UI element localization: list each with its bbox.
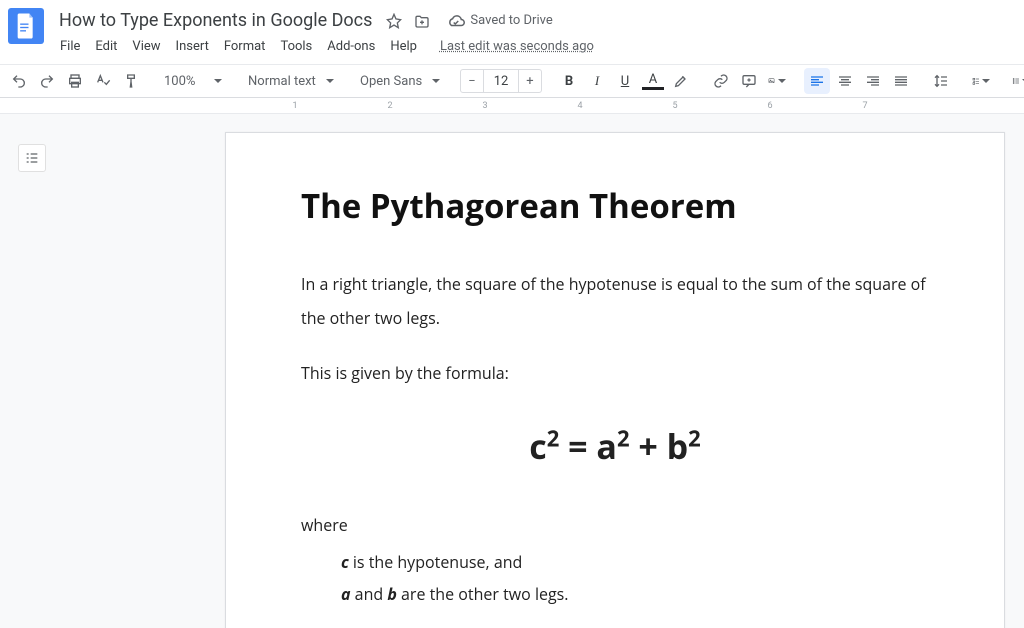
document-page[interactable]: The Pythagorean Theorem In a right trian… — [225, 132, 1005, 628]
menu-format[interactable]: Format — [218, 35, 272, 58]
spellcheck-button[interactable] — [90, 68, 116, 94]
menu-help[interactable]: Help — [384, 35, 423, 58]
menu-bar: File Edit View Insert Format Tools Add-o… — [54, 35, 1014, 58]
doc-paragraph: where — [301, 509, 929, 543]
print-button[interactable] — [62, 68, 88, 94]
align-justify-button[interactable] — [888, 68, 914, 94]
document-title[interactable]: How to Type Exponents in Google Docs — [54, 8, 377, 33]
align-center-button[interactable] — [832, 68, 858, 94]
doc-heading: The Pythagorean Theorem — [301, 183, 929, 228]
move-icon[interactable] — [413, 12, 431, 30]
bullet-list-button[interactable] — [1008, 68, 1024, 94]
menu-edit[interactable]: Edit — [89, 35, 123, 58]
menu-insert[interactable]: Insert — [170, 35, 215, 58]
doc-paragraph: In a right triangle, the square of the h… — [301, 268, 929, 335]
document-outline-button[interactable] — [18, 144, 46, 172]
menu-view[interactable]: View — [126, 35, 166, 58]
menu-tools[interactable]: Tools — [274, 35, 318, 58]
align-right-button[interactable] — [860, 68, 886, 94]
checklist-button[interactable] — [968, 68, 994, 94]
insert-image-button[interactable] — [764, 68, 790, 94]
bold-button[interactable]: B — [556, 68, 582, 94]
text-color-button[interactable]: A — [640, 68, 666, 94]
font-size-decrease-button[interactable]: − — [460, 69, 484, 93]
last-edit-link[interactable]: Last edit was seconds ago — [440, 39, 594, 54]
doc-equation: c2 = a2 + b2 — [301, 423, 929, 469]
doc-paragraph: This is given by the formula: — [301, 357, 929, 391]
paragraph-style-select[interactable]: Normal text — [242, 68, 340, 94]
italic-button[interactable]: I — [584, 68, 610, 94]
cloud-status[interactable]: Saved to Drive — [447, 13, 552, 28]
undo-button[interactable] — [6, 68, 32, 94]
highlight-button[interactable] — [668, 68, 694, 94]
toolbar: 100% Normal text Open Sans − + B I U A — [0, 64, 1024, 98]
line-spacing-button[interactable] — [928, 68, 954, 94]
doc-definition: a and b are the other two legs. — [301, 578, 929, 610]
saved-text: Saved to Drive — [470, 13, 552, 28]
font-size-increase-button[interactable]: + — [518, 69, 542, 93]
doc-definition: c is the hypotenuse, and — [301, 546, 929, 578]
docs-logo[interactable] — [8, 8, 44, 44]
menu-file[interactable]: File — [54, 35, 86, 58]
align-left-button[interactable] — [804, 68, 830, 94]
zoom-select[interactable]: 100% — [158, 68, 228, 94]
font-size-input[interactable] — [484, 69, 518, 93]
redo-button[interactable] — [34, 68, 60, 94]
horizontal-ruler[interactable]: 1 2 3 4 5 6 7 — [225, 98, 1016, 114]
star-icon[interactable] — [385, 12, 403, 30]
font-family-select[interactable]: Open Sans — [354, 68, 446, 94]
paint-format-button[interactable] — [118, 68, 144, 94]
insert-link-button[interactable] — [708, 68, 734, 94]
menu-addons[interactable]: Add-ons — [321, 35, 381, 58]
add-comment-button[interactable] — [736, 68, 762, 94]
underline-button[interactable]: U — [612, 68, 638, 94]
